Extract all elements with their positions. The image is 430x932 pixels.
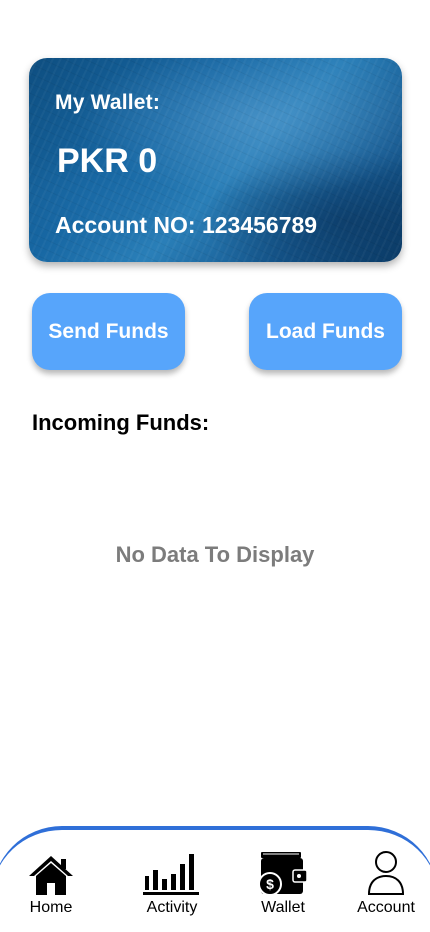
nav-wallet-label: Wallet xyxy=(261,899,305,916)
incoming-funds-title: Incoming Funds: xyxy=(32,410,210,435)
wallet-label: My Wallet: xyxy=(55,91,161,114)
nav-account[interactable]: Account xyxy=(341,848,430,917)
load-funds-button[interactable]: Load Funds xyxy=(249,293,402,370)
account-number: Account NO: 123456789 xyxy=(55,212,318,238)
empty-state-message: No Data To Display xyxy=(115,542,315,567)
nav-home-label: Home xyxy=(29,899,73,916)
nav-account-label: Account xyxy=(357,899,415,916)
nav-home[interactable]: Home xyxy=(6,848,96,917)
nav-activity-label: Activity xyxy=(146,899,198,916)
user-icon xyxy=(356,848,416,896)
wallet-card: My Wallet: PKR 0 Account NO: 123456789 xyxy=(29,58,402,262)
wallet-balance: PKR 0 xyxy=(57,142,158,180)
nav-wallet[interactable]: $ Wallet xyxy=(238,848,328,917)
wallet-icon: $ xyxy=(253,848,313,896)
bar-chart-icon xyxy=(142,848,202,896)
wallet-screen: My Wallet: PKR 0 Account NO: 123456789 S… xyxy=(0,0,430,932)
nav-activity[interactable]: Activity xyxy=(127,848,217,917)
home-icon xyxy=(21,848,81,896)
send-funds-button[interactable]: Send Funds xyxy=(32,293,185,370)
svg-text:$: $ xyxy=(266,876,274,892)
